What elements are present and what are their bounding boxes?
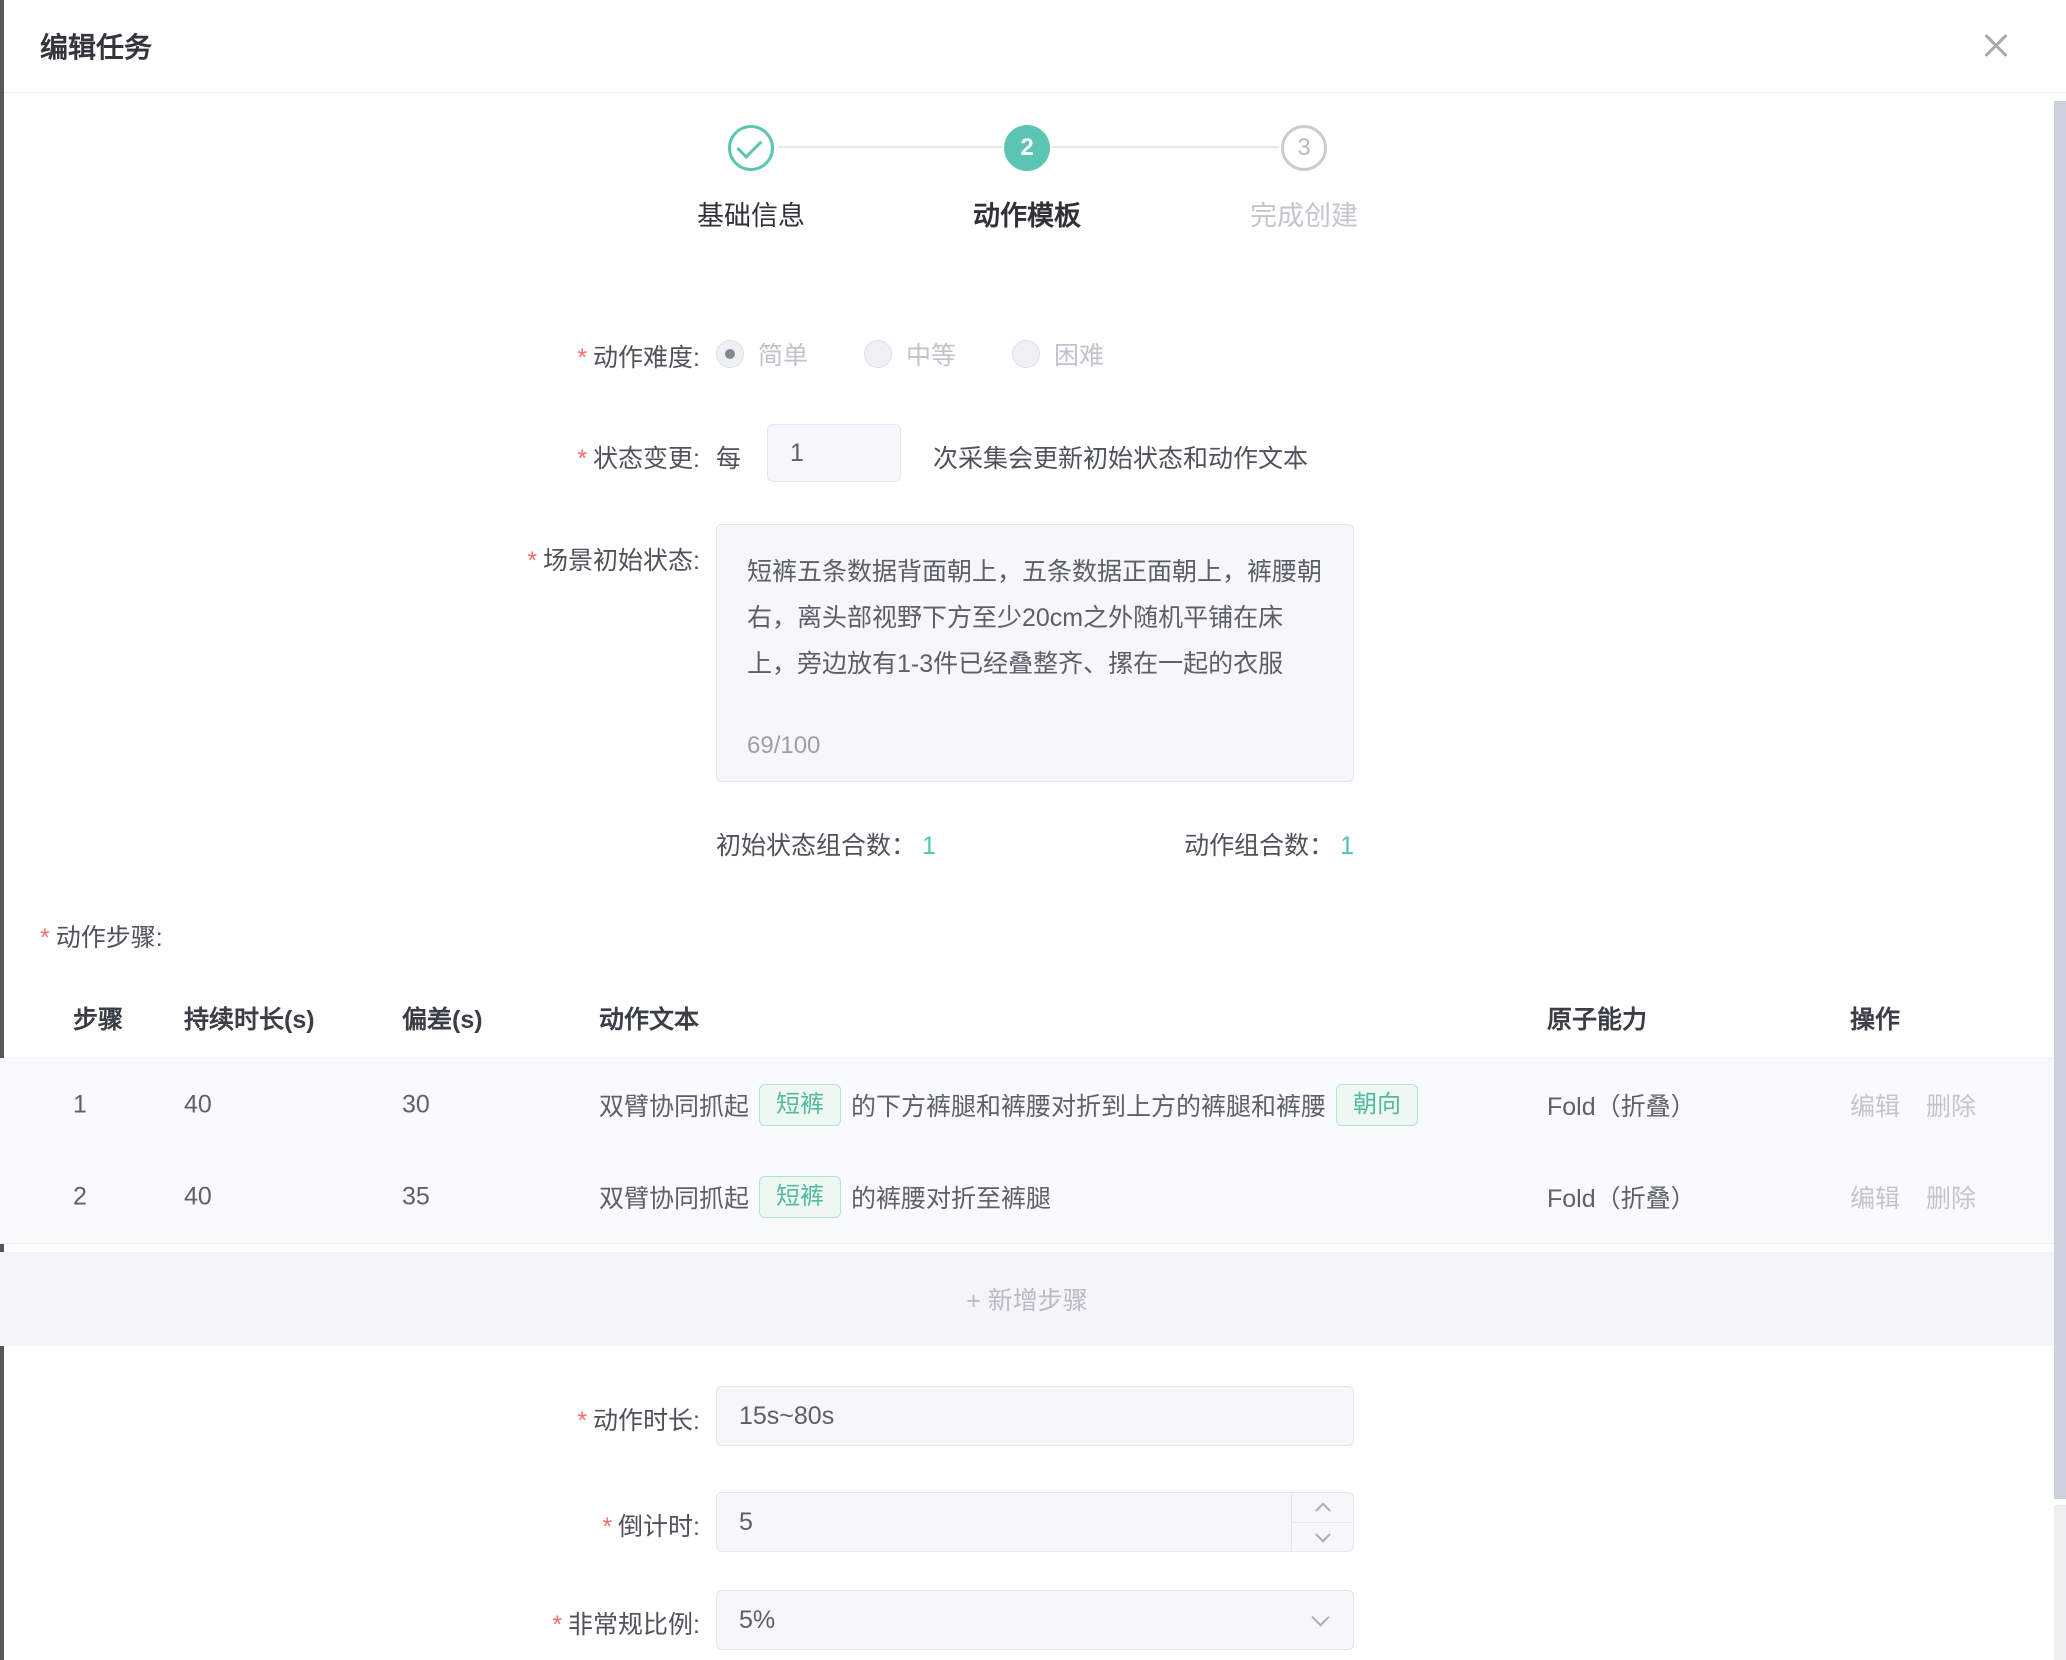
initial-combo-count: 初始状态组合数：1 [716,826,936,862]
required-asterisk: * [602,1513,612,1541]
action-combo-value: 1 [1340,832,1354,860]
stepper-connector [778,146,1002,148]
scene-initial-state-text: 短裤五条数据背面朝上，五条数据正面朝上，裤腰朝右，离头部视野下方至少20cm之外… [747,558,1322,678]
edit-task-dialog: 编辑任务 2 3 基础信息 动作模板 完成创建 *动作难度: 简单 中等 困难 … [0,0,2066,1660]
chevron-up-icon [1315,1502,1331,1518]
scene-initial-state-textarea[interactable]: 短裤五条数据背面朝上，五条数据正面朝上，裤腰朝右，离头部视野下方至少20cm之外… [716,524,1354,782]
cell-operations: 编辑 删除 [1850,1087,1976,1123]
edit-link[interactable]: 编辑 [1850,1179,1900,1215]
required-asterisk: * [527,547,537,575]
col-header-step: 步骤 [73,1000,123,1036]
cell-ability: Fold（折叠） [1547,1087,1696,1123]
delete-link[interactable]: 删除 [1926,1179,1976,1215]
step-3-circle[interactable]: 3 [1281,125,1327,171]
table-row: 2 40 35 双臂协同抓起 短裤 的裤腰对折至裤腿 Fold（折叠） 编辑 删… [0,1151,2054,1244]
cell-deviation: 35 [402,1183,430,1212]
dialog-title: 编辑任务 [40,26,152,66]
cell-action-text: 双臂协同抓起 短裤 的裤腰对折至裤腿 [599,1176,1051,1218]
dialog-header: 编辑任务 [4,0,2066,93]
state-change-input[interactable]: 1 [767,424,901,482]
cell-step: 2 [73,1183,87,1212]
col-header-deviation: 偏差(s) [402,1000,483,1036]
action-duration-label: *动作时长: [250,1401,700,1437]
difficulty-label: *动作难度: [250,338,700,374]
check-icon [736,133,762,159]
col-header-operations: 操作 [1850,1000,1900,1036]
scrollbar-thumb[interactable] [2054,101,2066,1499]
state-change-label: *状态变更: [250,439,700,475]
delete-link[interactable]: 删除 [1926,1087,1976,1123]
cell-duration: 40 [184,1183,212,1212]
step-2-number: 2 [1020,134,1033,162]
table-row: 1 40 30 双臂协同抓起 短裤 的下方裤腿和裤腰对折到上方的裤腿和裤腰 朝向… [0,1058,2054,1152]
step-3-number: 3 [1297,134,1310,162]
chevron-down-icon [1315,1527,1331,1543]
cell-step: 1 [73,1091,87,1120]
unusual-ratio-value: 5% [739,1606,775,1634]
step-3-label: 完成创建 [1250,194,1358,233]
chevron-down-icon [1311,1608,1329,1626]
countdown-label: *倒计时: [250,1507,700,1543]
required-asterisk: * [40,924,50,952]
radio-unselected-icon [864,340,892,368]
radio-label: 中等 [906,336,956,372]
step-2-circle[interactable]: 2 [1004,125,1050,171]
step-1-label: 基础信息 [697,194,805,233]
action-steps-section-label: *动作步骤: [40,918,163,954]
col-header-action-text: 动作文本 [599,1000,699,1036]
cell-deviation: 30 [402,1091,430,1120]
radio-option-easy[interactable]: 简单 [716,336,808,372]
object-tag: 短裤 [759,1176,841,1218]
countdown-value: 5 [739,1508,753,1536]
col-header-duration: 持续时长(s) [184,1000,315,1036]
step-2-label: 动作模板 [973,194,1081,233]
scrollbar-track [2054,1505,2066,1660]
table-header: 步骤 持续时长(s) 偏差(s) 动作文本 原子能力 操作 [0,986,2054,1052]
initial-combo-value: 1 [922,832,936,860]
radio-unselected-icon [1012,340,1040,368]
step-1-circle[interactable] [728,125,774,171]
number-spinner [1291,1493,1353,1551]
add-step-button[interactable]: + 新增步骤 [966,1281,1088,1317]
cell-ability: Fold（折叠） [1547,1179,1696,1215]
char-counter: 69/100 [747,723,820,769]
radio-label: 困难 [1054,336,1104,372]
state-change-prefix: 每 [716,439,741,475]
required-asterisk: * [552,1611,562,1639]
object-tag: 短裤 [759,1084,841,1126]
radio-option-hard[interactable]: 困难 [1012,336,1104,372]
action-combo-count: 动作组合数：1 [1184,826,1354,862]
col-header-ability: 原子能力 [1547,1000,1647,1036]
scene-initial-state-label: *场景初始状态: [250,541,700,577]
radio-selected-icon [716,340,744,368]
scrollbar [2054,93,2066,1660]
radio-label: 简单 [758,336,808,372]
difficulty-radio-group: 简单 中等 困难 [716,336,1104,372]
required-asterisk: * [577,1407,587,1435]
required-asterisk: * [577,344,587,372]
state-change-suffix: 次采集会更新初始状态和动作文本 [933,439,1308,475]
cell-operations: 编辑 删除 [1850,1179,1976,1215]
spinner-increase-button[interactable] [1292,1493,1353,1522]
required-asterisk: * [577,445,587,473]
action-duration-input[interactable]: 15s~80s [716,1386,1354,1446]
cell-action-text: 双臂协同抓起 短裤 的下方裤腿和裤腰对折到上方的裤腿和裤腰 朝向 [599,1084,1428,1126]
cell-duration: 40 [184,1091,212,1120]
radio-option-medium[interactable]: 中等 [864,336,956,372]
spinner-decrease-button[interactable] [1292,1522,1353,1551]
page-left-edge [0,0,4,1660]
add-step-row: + 新增步骤 [0,1252,2054,1346]
unusual-ratio-select[interactable]: 5% [716,1590,1354,1650]
orientation-tag: 朝向 [1336,1084,1418,1126]
close-icon[interactable] [1978,28,2014,64]
unusual-ratio-label: *非常规比例: [250,1605,700,1641]
stepper-connector [1052,146,1279,148]
countdown-input[interactable]: 5 [716,1492,1354,1552]
combo-counts-row: 初始状态组合数：1 动作组合数：1 [716,826,1354,862]
edit-link[interactable]: 编辑 [1850,1087,1900,1123]
